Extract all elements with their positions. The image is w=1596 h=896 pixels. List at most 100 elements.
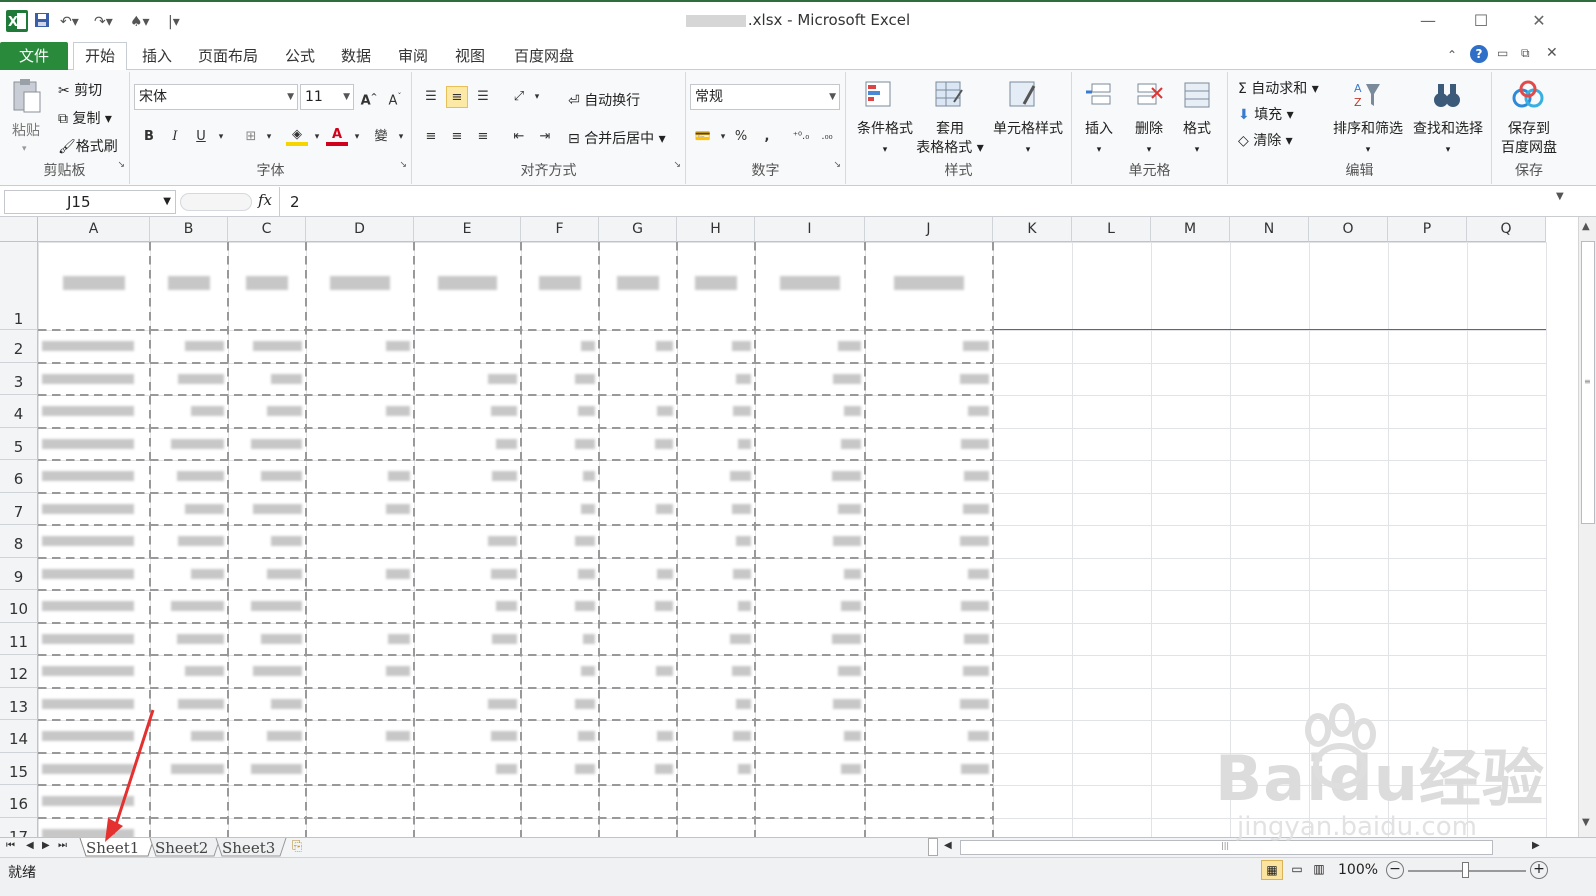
scroll-left-icon[interactable]: ◀ [944, 840, 952, 851]
first-sheet-icon[interactable]: ⏮ [6, 840, 15, 851]
binoculars-icon[interactable] [1432, 80, 1462, 110]
tab-split-handle[interactable] [928, 838, 938, 856]
row-header-15[interactable]: 15 [0, 753, 38, 785]
conditional-format-icon[interactable] [864, 80, 894, 110]
column-header-D[interactable]: D [306, 217, 414, 242]
select-all-corner[interactable] [0, 217, 38, 242]
row-header-14[interactable]: 14 [0, 720, 38, 753]
decrease-decimal-icon[interactable]: .₀₀ [816, 126, 838, 148]
copy-button[interactable]: ⧉ 复制 ▾ [58, 108, 112, 128]
tab-home[interactable]: 开始 [73, 42, 127, 71]
sheet-tab-3[interactable]: Sheet3 [222, 838, 275, 858]
tab-review[interactable]: 审阅 [391, 44, 435, 70]
insert-sheet-icon[interactable]: ⎘ [292, 839, 302, 854]
column-header-H[interactable]: H [677, 217, 755, 242]
column-header-G[interactable]: G [599, 217, 677, 242]
column-header-F[interactable]: F [521, 217, 599, 242]
currency-icon[interactable]: 💳 [692, 126, 714, 148]
vertical-scroll-thumb[interactable]: ≡ [1581, 241, 1595, 524]
decrease-font-icon[interactable]: Aˇ [384, 86, 406, 108]
column-header-L[interactable]: L [1072, 217, 1151, 242]
maximize-button[interactable]: ☐ [1466, 10, 1496, 32]
delete-button[interactable]: 删除 ▾ [1124, 120, 1174, 160]
number-format-combo[interactable]: 常规 ▼ [690, 84, 840, 110]
help-icon[interactable]: ? [1470, 45, 1488, 63]
paste-button[interactable]: 粘贴 [12, 120, 40, 140]
row-header-9[interactable]: 9 [0, 558, 38, 590]
column-header-J[interactable]: J [865, 217, 993, 242]
zoom-in-icon[interactable]: + [1530, 861, 1548, 879]
tab-baidu-pan[interactable]: 百度网盘 [506, 44, 582, 70]
font-color-dropdown-icon[interactable]: ▾ [346, 126, 368, 148]
row-header-5[interactable]: 5 [0, 428, 38, 460]
row-header-10[interactable]: 10 [0, 590, 38, 623]
minimize-button[interactable]: — [1413, 10, 1443, 32]
align-right-icon[interactable]: ≡ [472, 126, 494, 148]
bold-button[interactable]: B [138, 126, 160, 148]
sort-filter-icon[interactable]: A Z [1352, 80, 1382, 110]
column-header-M[interactable]: M [1151, 217, 1230, 242]
row-header-11[interactable]: 11 [0, 623, 38, 655]
tab-insert[interactable]: 插入 [135, 44, 179, 70]
row-header-2[interactable]: 2 [0, 330, 38, 363]
tab-file[interactable]: 文件 [0, 42, 68, 70]
row-header-1[interactable]: 1 [0, 242, 38, 330]
orientation-dropdown-icon[interactable]: ▾ [526, 86, 548, 108]
cell-styles-button[interactable]: 单元格样式 ▾ [986, 120, 1070, 160]
insert-button[interactable]: 插入 ▾ [1074, 120, 1124, 160]
align-top-icon[interactable]: ☰ [420, 86, 442, 108]
page-layout-view-icon[interactable]: ▭ [1286, 860, 1308, 880]
column-header-B[interactable]: B [150, 217, 228, 242]
percent-button[interactable]: % [730, 126, 752, 148]
increase-indent-icon[interactable]: ⇥ [534, 126, 556, 148]
vertical-scrollbar[interactable]: ▲ ≡ ▼ [1578, 217, 1596, 837]
dialog-launcher-icon[interactable]: ↘ [117, 160, 125, 170]
row-header-6[interactable]: 6 [0, 460, 38, 493]
tab-page-layout[interactable]: 页面布局 [191, 44, 265, 70]
name-box[interactable]: J15 ▼ [4, 190, 176, 214]
row-header-3[interactable]: 3 [0, 363, 38, 395]
formula-input[interactable]: 2 [290, 193, 1550, 211]
normal-view-icon[interactable]: ▦ [1261, 860, 1283, 880]
sort-filter-button[interactable]: 排序和筛选 ▾ [1328, 120, 1408, 160]
align-center-icon[interactable]: ≡ [446, 126, 468, 148]
baidu-pan-icon[interactable] [1512, 80, 1546, 110]
dialog-launcher-icon[interactable]: ↘ [673, 160, 681, 170]
doc-close-icon[interactable]: ✕ [1546, 45, 1558, 61]
conditional-format-button[interactable]: 条件格式 ▾ [850, 120, 920, 160]
page-break-view-icon[interactable]: ▥ [1308, 860, 1330, 880]
zoom-slider-thumb[interactable] [1462, 862, 1469, 878]
scroll-down-icon[interactable]: ▼ [1582, 817, 1590, 828]
border-dropdown-icon[interactable]: ▾ [258, 126, 280, 148]
paste-icon[interactable] [12, 78, 42, 114]
formula-divider-handle[interactable] [180, 193, 252, 211]
autosum-button[interactable]: Σ 自动求和 ▾ [1238, 78, 1319, 98]
format-cells-icon[interactable] [1182, 80, 1212, 110]
column-header-K[interactable]: K [993, 217, 1072, 242]
tab-view[interactable]: 视图 [448, 44, 492, 70]
font-size-combo[interactable]: 11 ▼ [300, 84, 354, 110]
dialog-launcher-icon[interactable]: ↘ [833, 160, 841, 170]
insert-cells-icon[interactable] [1084, 80, 1114, 110]
merge-center-button[interactable]: ⊟ 合并后居中 ▾ [568, 128, 666, 148]
align-middle-icon[interactable]: ≡ [446, 86, 468, 108]
paste-dropdown-icon[interactable]: ▾ [22, 144, 27, 154]
font-name-combo[interactable]: 宋体 ▼ [134, 84, 298, 110]
format-as-table-icon[interactable] [934, 80, 964, 110]
column-header-N[interactable]: N [1230, 217, 1309, 242]
insert-function-button[interactable]: fx [258, 191, 272, 209]
collapse-ribbon-icon[interactable]: ⌃ [1447, 48, 1457, 62]
find-select-button[interactable]: 查找和选择 ▾ [1408, 120, 1488, 160]
zoom-level[interactable]: 100% [1338, 862, 1378, 878]
save-to-baidu-button[interactable]: 保存到 百度网盘 [1492, 120, 1566, 158]
column-header-I[interactable]: I [755, 217, 865, 242]
fill-color-icon[interactable]: ◈ [286, 124, 308, 146]
font-color-icon[interactable]: A [326, 124, 348, 146]
cell-styles-icon[interactable] [1008, 80, 1038, 110]
row-header-8[interactable]: 8 [0, 525, 38, 558]
column-header-P[interactable]: P [1388, 217, 1467, 242]
italic-button[interactable]: I [164, 126, 186, 148]
scroll-up-icon[interactable]: ▲ [1582, 221, 1590, 232]
horizontal-scroll-thumb[interactable]: ||| [960, 840, 1493, 855]
last-sheet-icon[interactable]: ⏭ [58, 840, 67, 851]
